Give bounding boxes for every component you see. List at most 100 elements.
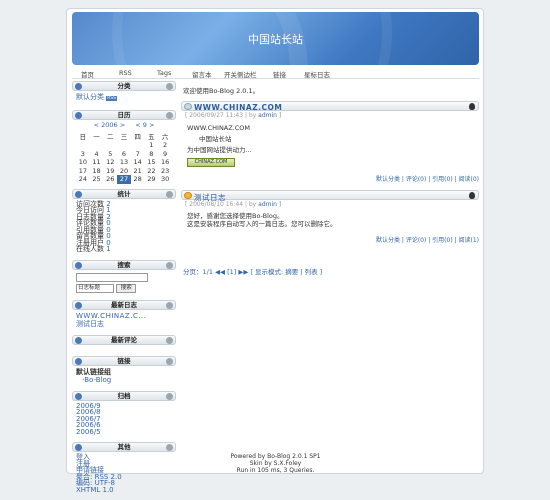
expand-icon[interactable]	[75, 83, 82, 90]
pagination[interactable]: 分页：1/1 ◀◀ [1] ▶▶ [ 显示模式: 摘要 | 列表 ]	[183, 266, 479, 276]
stat-line: 在线人数 1	[76, 245, 111, 253]
weekday: 一	[93, 133, 100, 141]
stats-list: 访问次数 2 今日访问 1 日志数量 2 评论数量 0 引用数量 0 留言数量 0 注册用户…	[72, 199, 176, 255]
post-title[interactable]: WWW.CHINAZ.COM	[194, 103, 282, 112]
nav-guestbook[interactable]: 留言本	[192, 69, 212, 79]
search-type-select[interactable]: 日志标题	[76, 283, 114, 293]
expand-icon[interactable]	[75, 336, 82, 344]
nav-tags[interactable]: Tags	[157, 69, 171, 77]
post-meta: [ 2006/09/27 11:43 | by admin ]	[185, 112, 282, 119]
expand-icon[interactable]	[75, 112, 82, 119]
author-link[interactable]: admin	[258, 112, 277, 119]
sun-icon	[184, 192, 192, 199]
page-frame: 中国站长站 首页 RSS Tags 留言本 开关侧边栏 链接 星标日志 分类 默…	[66, 8, 484, 493]
calendar-day: 26	[106, 175, 115, 184]
collapse-icon[interactable]	[166, 261, 173, 269]
calendar-day: 19	[106, 166, 115, 175]
expand-icon[interactable]	[75, 392, 82, 400]
welcome-text: 欢迎使用Bo-Blog 2.0.1。	[183, 87, 260, 95]
nav-links[interactable]: 链接	[273, 69, 286, 79]
calendar-title: 日历	[117, 111, 131, 119]
calendar-day: 1	[149, 141, 154, 150]
weekday: 三	[120, 133, 128, 141]
calendar-day	[103, 141, 117, 150]
archive-link[interactable]: 2006/5	[76, 428, 101, 436]
category-title: 分类	[117, 82, 131, 90]
sidebar: 分类 默认分类 RSS 日历 < 2006 > < 9 > 日一二三四五六123…	[72, 81, 176, 500]
calendar-day: 14	[133, 158, 142, 167]
chinaz-badge[interactable]: CHINAZ.COM	[187, 158, 235, 167]
archive-title: 归档	[117, 391, 131, 400]
collapse-icon[interactable]	[166, 190, 173, 198]
nav-starred[interactable]: 星标日志	[304, 69, 330, 79]
category-link[interactable]: 默认分类	[76, 93, 104, 101]
latest-header: 最新日志	[72, 299, 176, 310]
comments-title: 最新评论	[111, 335, 137, 344]
stats-header: 统计	[72, 188, 176, 199]
month-nav[interactable]: < 9 >	[135, 121, 154, 129]
comments-box: 最新评论	[72, 334, 176, 351]
links-header: 链接	[72, 355, 176, 366]
stats-box: 统计 访问次数 2 今日访问 1 日志数量 2 评论数量 0 引用数量 0 留言数量 0注…	[72, 188, 176, 255]
expand-icon[interactable]	[75, 357, 82, 365]
search-input[interactable]	[76, 272, 148, 282]
calendar-grid: 日一二三四五六 1 2 3 4 5 6 7 8 9 10 11 12 13 14 15 16 17 18 19 20 21…	[76, 131, 172, 184]
collapse-icon[interactable]	[166, 112, 173, 119]
latest-post-link[interactable]: WWW.CHINAZ.C...	[76, 312, 147, 320]
weekday: 二	[107, 133, 114, 141]
search-button[interactable]: 搜索	[116, 283, 137, 293]
calendar-day: 28	[133, 175, 142, 184]
calendar-day: 24	[78, 175, 87, 184]
expand-icon[interactable]	[75, 301, 82, 309]
calendar-day	[117, 141, 131, 150]
rss-mini-icon[interactable]: RSS	[106, 96, 118, 101]
top-nav: 首页 RSS Tags 留言本 开关侧边栏 链接 星标日志	[72, 67, 479, 79]
skin-credit: Skin by S.X.Foley	[249, 460, 302, 467]
calendar-day: 6	[121, 149, 127, 158]
expand-icon[interactable]	[75, 444, 82, 451]
post-footer-links[interactable]: 默认分类 | 评论(0) | 引用(0) | 阅读(0)	[181, 174, 479, 183]
expand-icon[interactable]	[75, 190, 82, 198]
nav-home[interactable]: 首页	[81, 69, 94, 79]
collapse-icon[interactable]	[166, 301, 173, 309]
apple-icon	[469, 103, 475, 110]
main-content: 欢迎使用Bo-Blog 2.0.1。 WWW.CHINAZ.COM [ 2006…	[181, 81, 479, 276]
latest-title: 最新日志	[111, 300, 137, 309]
calendar-day: 29	[147, 175, 156, 184]
archive-list: 2006/9 2006/8 2006/7 2006/6 2006/5	[72, 401, 176, 438]
collapse-icon[interactable]	[166, 83, 173, 90]
year-nav[interactable]: < 2006 >	[94, 121, 126, 129]
author-link[interactable]: admin	[258, 201, 277, 208]
calendar-day: 15	[147, 158, 156, 167]
calendar-day: 13	[119, 158, 129, 167]
other-link[interactable]: XHTML 1.0	[76, 486, 114, 494]
collapse-icon[interactable]	[166, 336, 173, 344]
collapse-icon[interactable]	[166, 392, 173, 400]
site-title[interactable]: 中国站长站	[72, 31, 479, 47]
calendar-day: 27	[117, 175, 131, 184]
header-banner: 中国站长站	[72, 12, 479, 65]
search-title: 搜索	[117, 260, 131, 269]
nav-rss[interactable]: RSS	[119, 69, 132, 77]
post-meta: [ 2006/08/10 16:44 | by admin ]	[185, 201, 282, 208]
collapse-icon[interactable]	[166, 444, 173, 451]
expand-icon[interactable]	[75, 261, 82, 269]
collapse-icon[interactable]	[166, 357, 173, 365]
post-icon	[184, 103, 192, 110]
apple-icon	[469, 192, 475, 199]
link-item[interactable]: Bo-Blog	[84, 376, 111, 384]
links-box: 链接 默认链接组 ·Bo-Blog	[72, 355, 176, 386]
calendar-day	[131, 141, 145, 150]
post-title[interactable]: 测试日志	[194, 192, 226, 203]
weekday: 六	[161, 133, 169, 141]
other-title: 其他	[117, 443, 131, 451]
nav-toggle-sidebar[interactable]: 开关侧边栏	[224, 69, 257, 79]
post-header: WWW.CHINAZ.COM	[181, 101, 479, 112]
archive-header: 归档	[72, 390, 176, 401]
post-footer-links[interactable]: 默认分类 | 评论(0) | 引用(0) | 阅读(1)	[181, 235, 479, 244]
calendar-day: 11	[92, 158, 101, 167]
latest-post-link[interactable]: 测试日志	[76, 320, 104, 328]
calendar-day: 10	[78, 158, 87, 167]
calendar-day: 23	[160, 166, 170, 175]
calendar-day: 17	[78, 166, 87, 175]
